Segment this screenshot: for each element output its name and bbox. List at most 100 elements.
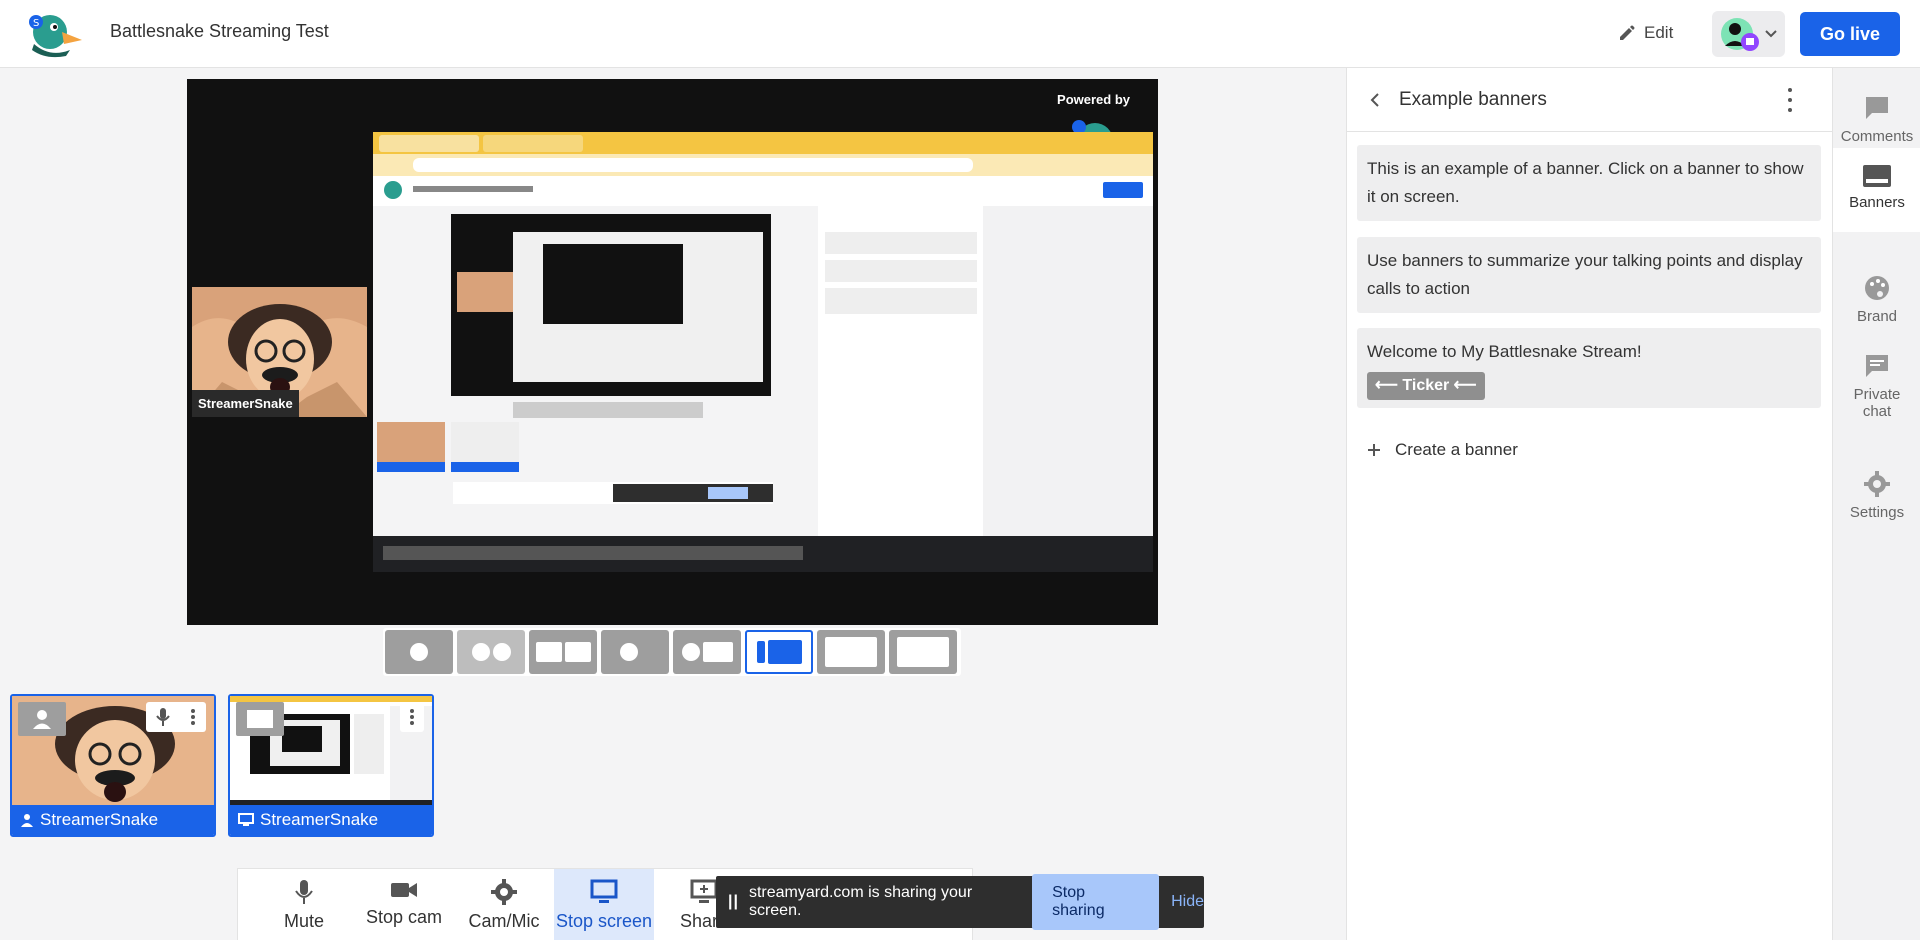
back-chevron-icon[interactable] <box>1369 92 1381 108</box>
person-icon <box>33 710 51 729</box>
pause-indicator: || <box>728 893 739 910</box>
rail-item-brand[interactable]: Brand <box>1833 274 1920 325</box>
banner-item[interactable]: Use banners to summarize your talking po… <box>1357 237 1821 313</box>
screen-icon <box>825 637 877 667</box>
layout-group-button[interactable] <box>457 630 525 674</box>
more-options-icon[interactable] <box>1788 88 1794 112</box>
thumbnail-label: StreamerSnake <box>12 805 214 835</box>
stage-camera-name: StreamerSnake <box>192 390 299 417</box>
stop-sharing-button[interactable]: Stop sharing <box>1032 874 1160 930</box>
thumbnail-tools <box>146 702 206 732</box>
screen-icon <box>897 637 949 667</box>
person-icon <box>471 643 490 661</box>
rail-label: Brand <box>1856 308 1898 325</box>
streamyard-duck-logo[interactable]: S <box>26 10 84 58</box>
rail-item-settings[interactable]: Settings <box>1833 470 1920 521</box>
account-selector[interactable] <box>1712 11 1785 57</box>
layout-side-by-side-button[interactable] <box>673 630 741 674</box>
plus-icon <box>1368 444 1380 456</box>
panel-title: Example banners <box>1399 88 1547 110</box>
palette-icon <box>1865 276 1889 300</box>
mute-button[interactable]: Mute <box>254 869 354 940</box>
thumbnail-name: StreamerSnake <box>40 810 159 829</box>
thumbnail-name: StreamerSnake <box>260 810 379 829</box>
more-options-icon[interactable] <box>409 708 415 726</box>
screen-tag <box>236 702 284 736</box>
chat-icon <box>1866 355 1888 377</box>
go-live-button[interactable]: Go live <box>1800 12 1900 56</box>
thumbnail-label: StreamerSnake <box>230 805 432 835</box>
more-options-icon[interactable] <box>190 708 196 726</box>
ticker-badge: ⟵ Ticker ⟵ <box>1367 372 1485 400</box>
thumbnail-tools <box>400 702 424 732</box>
create-banner-label: Create a banner <box>1395 440 1518 459</box>
cam-mic-label: Cam/Mic <box>468 911 540 931</box>
cam-mic-settings-button[interactable]: Cam/Mic <box>454 869 554 940</box>
microphone-icon[interactable] <box>156 707 170 727</box>
layout-group-tiles-button[interactable] <box>529 630 597 674</box>
sidebar-icon <box>756 641 765 663</box>
stop-cam-label: Stop cam <box>365 907 443 927</box>
comment-icon <box>1866 97 1888 119</box>
chevron-down-icon <box>1765 30 1777 38</box>
rail-label: Banners <box>1849 194 1905 211</box>
stop-screen-button[interactable]: Stop screen <box>554 869 654 940</box>
gear-icon <box>491 879 517 905</box>
banner-text: This is an example of a banner. Click on… <box>1367 159 1804 206</box>
avatar <box>1720 16 1760 52</box>
stage-screenshare-feed[interactable] <box>373 132 1153 572</box>
camera-thumbnail[interactable]: StreamerSnake <box>10 694 216 837</box>
studio-title: Battlesnake Streaming Test <box>110 21 329 41</box>
banner-icon <box>1863 165 1891 187</box>
banner-text: Use banners to summarize your talking po… <box>1367 251 1803 298</box>
layout-solo-button[interactable] <box>385 630 453 674</box>
screen-icon <box>702 642 733 662</box>
rail-item-banners[interactable]: Banners <box>1833 148 1920 232</box>
banner-item[interactable]: Welcome to My Battlesnake Stream! ⟵ Tick… <box>1357 328 1821 408</box>
monitor-icon <box>238 813 254 826</box>
screenshare-thumbnail[interactable]: StreamerSnake <box>228 694 434 837</box>
top-bar: S Battlesnake Streaming Test Edit Go liv… <box>0 0 1920 68</box>
person-icon <box>410 643 428 661</box>
person-icon <box>492 643 511 661</box>
panel-header: Example banners <box>1347 68 1832 132</box>
layout-screen-pip-button[interactable] <box>817 630 885 674</box>
video-camera-icon <box>391 883 417 897</box>
stage-camera-feed[interactable]: StreamerSnake <box>192 287 367 417</box>
nested-screenshare-image <box>373 132 1153 572</box>
screen-sharing-notification: || streamyard.com is sharing your screen… <box>716 874 1204 930</box>
layout-screen-sidebar-button[interactable] <box>745 630 813 674</box>
stop-screen-label: Stop screen <box>555 911 653 931</box>
banner-item[interactable]: This is an example of a banner. Click on… <box>1357 145 1821 221</box>
layout-selector <box>383 628 961 676</box>
hide-button[interactable]: Hide <box>1171 893 1204 911</box>
screen-icon <box>767 640 802 664</box>
person-icon <box>681 643 700 661</box>
layout-leader-button[interactable] <box>601 630 669 674</box>
mute-label: Mute <box>283 911 325 931</box>
svg-text:S: S <box>33 18 39 29</box>
rail-label: Settings <box>1849 504 1905 521</box>
rail-item-comments[interactable]: Comments <box>1833 94 1920 145</box>
layout-screen-only-button[interactable] <box>889 630 957 674</box>
create-banner-button[interactable]: Create a banner <box>1367 440 1518 460</box>
edit-label: Edit <box>1644 23 1674 42</box>
rail-item-private-chat[interactable]: Private chat <box>1833 352 1920 420</box>
person-tag <box>18 702 66 736</box>
person-icon <box>21 814 33 827</box>
side-rail: Comments Banners Brand Private chat Sett… <box>1832 68 1920 940</box>
gear-icon <box>1864 471 1890 497</box>
microphone-icon <box>295 880 313 904</box>
monitor-icon <box>590 879 618 903</box>
pencil-icon <box>1620 25 1635 40</box>
powered-by-label: Powered by <box>1057 92 1130 107</box>
rail-label: Comments <box>1840 128 1914 145</box>
person-icon <box>619 643 638 661</box>
add-screen-icon <box>690 879 718 903</box>
broadcast-stage: Powered by StreamerSnake <box>187 79 1158 625</box>
stop-cam-button[interactable]: Stop cam <box>354 869 454 940</box>
sharing-message: streamyard.com is sharing your screen. <box>748 884 973 919</box>
rail-label: Private chat <box>1853 386 1901 420</box>
edit-button[interactable]: Edit <box>1618 18 1673 48</box>
tile-icon <box>535 642 562 662</box>
